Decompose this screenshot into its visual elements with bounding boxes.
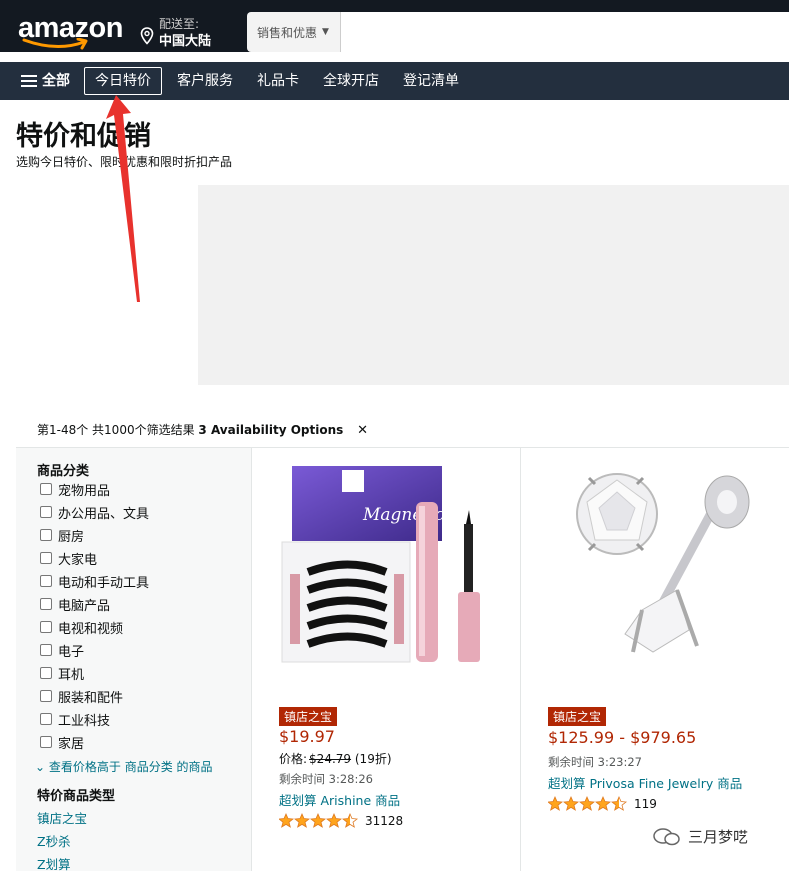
category-checkbox[interactable]: 电视和视频: [40, 618, 124, 637]
review-count: 31128: [365, 813, 404, 828]
deal-price: $19.97: [279, 727, 335, 746]
see-more-label: 查看价格高于 商品分类 的商品: [48, 760, 213, 774]
checkbox-icon[interactable]: [40, 713, 52, 725]
deal-type-link[interactable]: Z秒杀: [37, 831, 71, 850]
category-checkbox[interactable]: 办公用品、文具: [40, 503, 150, 522]
amazon-smile-icon: [22, 38, 88, 50]
annotation-arrow-icon: [106, 95, 140, 302]
discount: (19折): [354, 752, 392, 766]
deal-type-link[interactable]: 镇店之宝: [37, 808, 87, 827]
filter-sidebar: 商品分类 宠物用品 办公用品、文具 厨房 大家电 电动和手动工具 电脑产品 电视…: [16, 447, 252, 873]
nav-item-registry[interactable]: 登记清单: [392, 67, 470, 95]
deliver-location: 中国大陆: [159, 34, 212, 49]
star-rating[interactable]: 31128: [279, 813, 403, 828]
checkbox-icon[interactable]: [40, 575, 52, 587]
store-link[interactable]: 超划算 Privosa Fine Jewelry 商品: [548, 773, 742, 792]
category-label: 电视和视频: [58, 621, 124, 637]
list-price-label: 价格:: [279, 752, 308, 766]
category-checkbox[interactable]: 电子: [40, 641, 85, 660]
checkbox-icon[interactable]: [40, 621, 52, 633]
list-price: 价格: $24.79 (19折): [279, 750, 392, 767]
category-label: 办公用品、文具: [58, 506, 150, 522]
category-label: 家居: [58, 736, 85, 752]
category-checkbox[interactable]: 大家电: [40, 549, 98, 568]
search-input[interactable]: [341, 12, 789, 52]
deal-badge: 镇店之宝: [548, 707, 607, 726]
clear-filter-icon[interactable]: ✕: [357, 423, 368, 438]
category-heading: 商品分类: [37, 464, 90, 479]
category-label: 服装和配件: [58, 690, 124, 706]
list-price-value: $24.79: [309, 752, 352, 766]
checkbox-icon[interactable]: [40, 552, 52, 564]
category-checkbox[interactable]: 电动和手动工具: [40, 572, 150, 591]
deal-type-heading: 特价商品类型: [37, 789, 116, 804]
time-remaining: 剩余时间 3:23:27: [548, 755, 642, 769]
search-department-select[interactable]: 销售和优惠 ▼: [247, 12, 341, 52]
watermark-text: 三月梦呓: [688, 828, 749, 846]
checkbox-icon[interactable]: [40, 506, 52, 518]
time-remaining: 剩余时间 3:28:26: [279, 772, 373, 786]
checkbox-icon[interactable]: [40, 644, 52, 656]
star-rating-icon: [548, 796, 628, 811]
category-checkbox[interactable]: 服装和配件: [40, 687, 124, 706]
product-card: 镇店之宝 $125.99 - $979.65 剩余时间 3:23:27 超划算 …: [521, 447, 789, 871]
nav-item-gift-cards[interactable]: 礼品卡: [246, 67, 310, 95]
checkbox-icon[interactable]: [40, 529, 52, 541]
category-label: 宠物用品: [58, 483, 111, 499]
location-pin-icon: [140, 27, 154, 45]
checkbox-icon[interactable]: [40, 736, 52, 748]
checkbox-icon[interactable]: [40, 598, 52, 610]
checkbox-icon[interactable]: [40, 667, 52, 679]
category-label: 厨房: [58, 529, 85, 545]
category-label: 电动和手动工具: [58, 575, 150, 591]
category-checkbox[interactable]: 厨房: [40, 526, 85, 545]
deal-badge: 镇店之宝: [279, 707, 338, 726]
review-count: 119: [634, 796, 657, 811]
top-header: amazon 配送至: 中国大陆 销售和优惠 ▼: [0, 0, 789, 52]
category-label: 耳机: [58, 667, 85, 683]
deal-type-link[interactable]: Z划算: [37, 854, 71, 873]
checkbox-icon[interactable]: [40, 690, 52, 702]
chat-bubble-icon: [653, 827, 680, 845]
watermark: 三月梦呓: [652, 826, 748, 847]
see-more-link[interactable]: ⌄ 查看价格高于 商品分类 的商品: [35, 758, 213, 775]
all-menu-label: 全部: [42, 73, 70, 89]
nav-item-customer-service[interactable]: 客户服务: [166, 67, 244, 95]
category-checkbox[interactable]: 工业科技: [40, 710, 111, 729]
active-filter: 3 Availability Options: [198, 423, 344, 437]
category-checkbox[interactable]: 电脑产品: [40, 595, 111, 614]
store-link[interactable]: 超划算 Arishine 商品: [279, 790, 400, 809]
category-checkbox[interactable]: 家居: [40, 733, 85, 752]
category-checkbox[interactable]: 耳机: [40, 664, 85, 683]
hamburger-icon: [21, 72, 37, 90]
search-department-label: 销售和优惠: [257, 25, 318, 40]
results-count: 第1-48个 共1000个筛选结果: [37, 423, 195, 437]
product-image-eyelashes[interactable]: Magnetic: [278, 462, 498, 677]
deal-price: $125.99 - $979.65: [548, 728, 697, 747]
category-label: 电子: [58, 644, 85, 660]
results-summary: 第1-48个 共1000个筛选结果 3 Availability Options…: [37, 421, 368, 438]
category-label: 大家电: [58, 552, 98, 568]
category-label: 电脑产品: [58, 598, 111, 614]
category-checkbox[interactable]: 宠物用品: [40, 480, 111, 499]
product-card: Magnetic 镇店之宝 $19.97 价格: $24.79 (19折) 剩余时…: [252, 447, 521, 871]
product-image-earring[interactable]: [547, 462, 767, 677]
promo-banner: [198, 185, 789, 385]
nav-item-todays-deals[interactable]: 今日特价: [84, 67, 162, 95]
checkbox-icon[interactable]: [40, 483, 52, 495]
all-menu-button[interactable]: 全部: [10, 67, 81, 95]
star-rating-icon: [279, 813, 359, 828]
caret-down-icon: ▼: [322, 27, 329, 37]
nav-item-sell[interactable]: 全球开店: [312, 67, 390, 95]
star-rating[interactable]: 119: [548, 796, 657, 811]
chevron-down-icon: ⌄: [35, 760, 46, 774]
category-label: 工业科技: [58, 713, 111, 729]
